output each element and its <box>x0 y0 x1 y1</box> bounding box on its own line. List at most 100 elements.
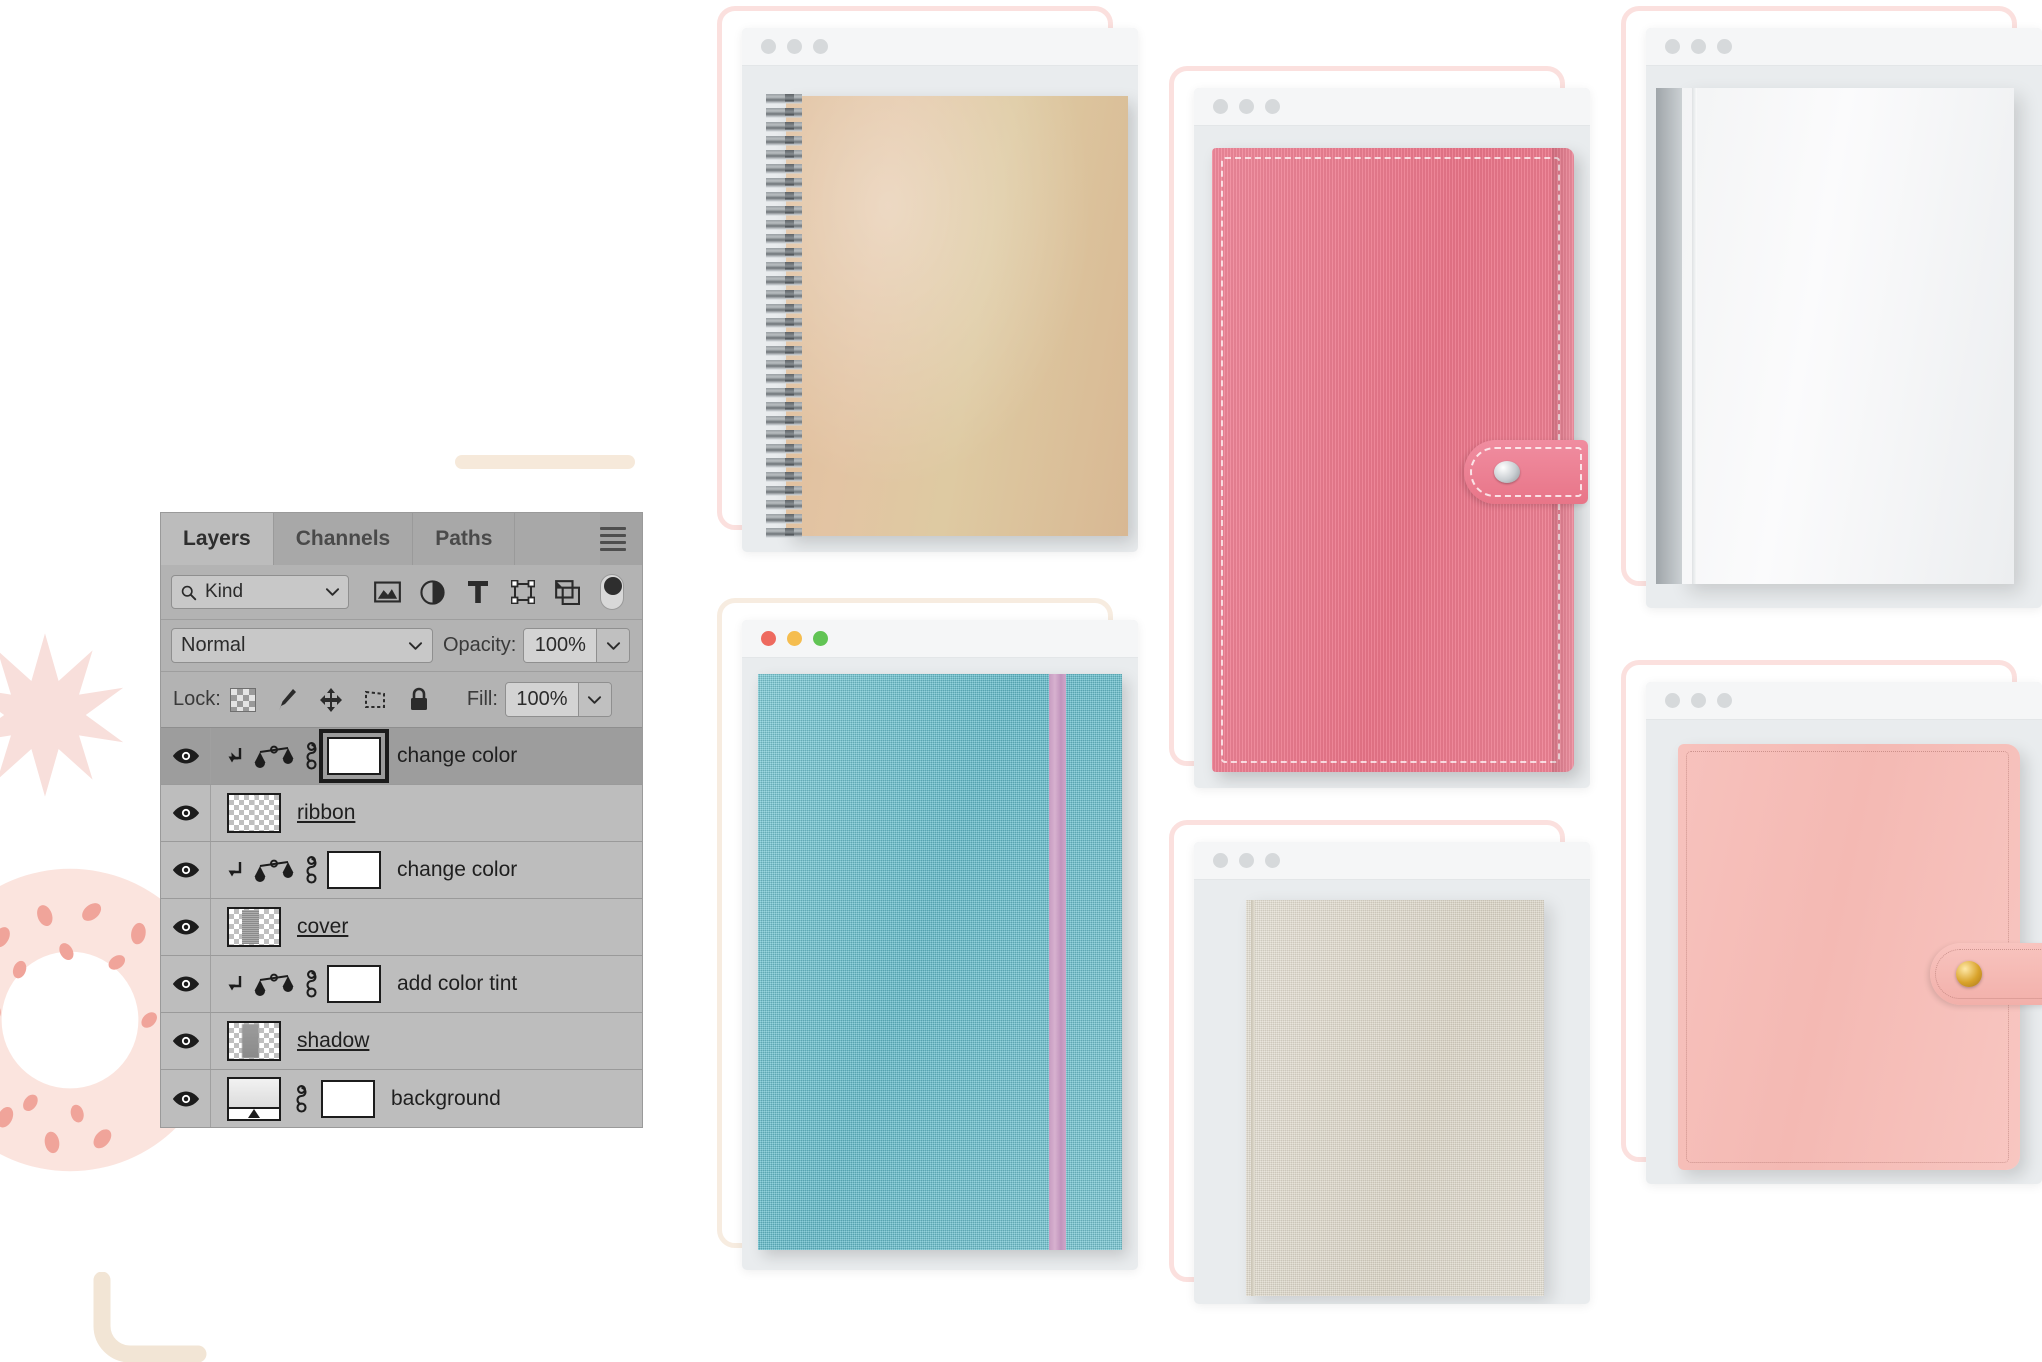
eye-icon <box>172 748 199 764</box>
eye-icon <box>172 1033 199 1049</box>
chevron-down-icon <box>606 641 620 650</box>
layer-visibility-toggle[interactable] <box>161 1013 211 1069</box>
layer-thumbnail[interactable] <box>227 1076 281 1121</box>
tab-layers[interactable]: Layers <box>161 513 274 565</box>
fill-stepper[interactable]: 100% <box>504 682 612 717</box>
layer-name[interactable]: add color tint <box>397 972 517 996</box>
layers-panel: Layers Channels Paths Kind Normal Opacit… <box>160 512 643 1128</box>
traffic-light-maximize-icon[interactable] <box>1265 853 1280 868</box>
traffic-light-close-icon[interactable] <box>1665 39 1680 54</box>
layer-name[interactable]: cover <box>297 915 348 939</box>
tab-paths[interactable]: Paths <box>413 513 516 565</box>
layer-thumbnail[interactable] <box>227 793 281 833</box>
mockup-window-blush-leather-planner[interactable] <box>1621 660 2042 1184</box>
mockup-window-kraft-spiral-notebook[interactable] <box>717 6 1138 552</box>
traffic-light-close-icon[interactable] <box>1213 99 1228 114</box>
layer-name[interactable]: background <box>391 1087 501 1111</box>
layer-visibility-toggle[interactable] <box>161 899 211 955</box>
filter-type-icons <box>365 575 590 609</box>
filter-enable-toggle[interactable] <box>600 574 624 610</box>
traffic-light-maximize-icon[interactable] <box>813 631 828 646</box>
traffic-light-minimize-icon[interactable] <box>787 631 802 646</box>
window-frame <box>1646 28 2042 608</box>
link-layers-icon[interactable] <box>297 742 325 770</box>
layer-visibility-toggle[interactable] <box>161 842 211 898</box>
layer-visibility-toggle[interactable] <box>161 956 211 1012</box>
layer-name[interactable]: change color <box>397 858 517 882</box>
opacity-stepper[interactable]: 100% <box>523 628 631 663</box>
traffic-light-minimize-icon[interactable] <box>1691 693 1706 708</box>
layer-thumbnail[interactable] <box>227 1021 281 1061</box>
blend-mode-select[interactable]: Normal <box>171 628 433 663</box>
panel-menu-button[interactable] <box>600 513 642 565</box>
traffic-light-minimize-icon[interactable] <box>787 39 802 54</box>
link-layers-icon[interactable] <box>287 1084 315 1113</box>
lock-image-pixels-icon[interactable] <box>265 685 309 715</box>
window-titlebar <box>1194 842 1590 880</box>
traffic-light-maximize-icon[interactable] <box>1265 99 1280 114</box>
tab-paths-label: Paths <box>435 527 493 550</box>
layer-name[interactable]: change color <box>397 744 517 768</box>
layer-visibility-toggle[interactable] <box>161 785 211 841</box>
planner-strap <box>1464 440 1588 505</box>
layer-mask-thumbnail[interactable] <box>327 851 381 889</box>
tab-channels[interactable]: Channels <box>273 513 414 565</box>
eye-icon <box>172 862 199 878</box>
window-content <box>1194 880 1590 1304</box>
traffic-light-maximize-icon[interactable] <box>1717 39 1732 54</box>
type-layer-filter-icon[interactable] <box>455 575 500 609</box>
eye-icon <box>172 919 199 935</box>
traffic-light-minimize-icon[interactable] <box>1691 39 1706 54</box>
mockup-window-teal-fabric-notebook[interactable] <box>717 598 1138 1270</box>
layer-row[interactable]: cover <box>161 899 642 956</box>
layer-row[interactable]: change color <box>161 842 642 899</box>
link-layers-icon[interactable] <box>297 856 325 884</box>
smart-object-filter-icon[interactable] <box>545 575 590 609</box>
adjustment-layer-filter-icon[interactable] <box>410 575 455 609</box>
traffic-light-maximize-icon[interactable] <box>813 39 828 54</box>
layer-visibility-toggle[interactable] <box>161 1070 211 1127</box>
layer-row[interactable]: change color <box>161 728 642 785</box>
layer-row[interactable]: add color tint <box>161 956 642 1013</box>
lock-position-icon[interactable] <box>309 685 353 715</box>
traffic-light-close-icon[interactable] <box>761 39 776 54</box>
layer-row[interactable]: shadow <box>161 1013 642 1070</box>
lock-transparent-pixels-icon[interactable] <box>221 685 265 715</box>
layer-row[interactable]: background <box>161 1070 642 1127</box>
filter-kind-select[interactable]: Kind <box>171 575 349 609</box>
mockup-window-white-hardcover-book[interactable] <box>1621 6 2042 608</box>
mockup-window-linen-hardcover-book[interactable] <box>1169 820 1590 1304</box>
traffic-light-close-icon[interactable] <box>1665 693 1680 708</box>
layer-name[interactable]: ribbon <box>297 801 355 825</box>
lock-artboard-nesting-icon[interactable] <box>353 685 397 715</box>
link-layers-icon[interactable] <box>297 970 325 998</box>
traffic-light-maximize-icon[interactable] <box>1717 693 1732 708</box>
opacity-stepper-button[interactable] <box>596 629 630 662</box>
window-content <box>742 66 1138 552</box>
traffic-light-minimize-icon[interactable] <box>1239 853 1254 868</box>
traffic-light-close-icon[interactable] <box>761 631 776 646</box>
traffic-light-minimize-icon[interactable] <box>1239 99 1254 114</box>
eye-icon <box>172 805 199 821</box>
lock-all-icon[interactable] <box>397 685 441 715</box>
fill-value[interactable]: 100% <box>505 683 578 716</box>
linen-book-cover <box>1246 900 1544 1296</box>
fill-stepper-button[interactable] <box>577 683 611 716</box>
lock-row: Lock: Fill: 100% <box>161 672 642 728</box>
eye-icon <box>172 1091 199 1106</box>
layer-visibility-toggle[interactable] <box>161 728 211 784</box>
traffic-light-close-icon[interactable] <box>1213 853 1228 868</box>
shape-layer-filter-icon[interactable] <box>500 575 545 609</box>
layer-name[interactable]: shadow <box>297 1029 369 1053</box>
window-content <box>1194 126 1590 788</box>
layer-list: change color ribbon change color cover a… <box>161 728 642 1127</box>
opacity-value[interactable]: 100% <box>524 629 597 662</box>
layer-row[interactable]: ribbon <box>161 785 642 842</box>
layer-mask-thumbnail[interactable] <box>327 965 381 1003</box>
pixel-layer-filter-icon[interactable] <box>365 575 410 609</box>
mockup-window-pink-canvas-planner[interactable] <box>1169 66 1590 788</box>
layer-mask-thumbnail[interactable] <box>319 729 389 783</box>
layer-mask-thumbnail[interactable] <box>321 1079 375 1118</box>
clipping-mask-arrow-icon <box>221 860 251 880</box>
layer-thumbnail[interactable] <box>227 907 281 947</box>
